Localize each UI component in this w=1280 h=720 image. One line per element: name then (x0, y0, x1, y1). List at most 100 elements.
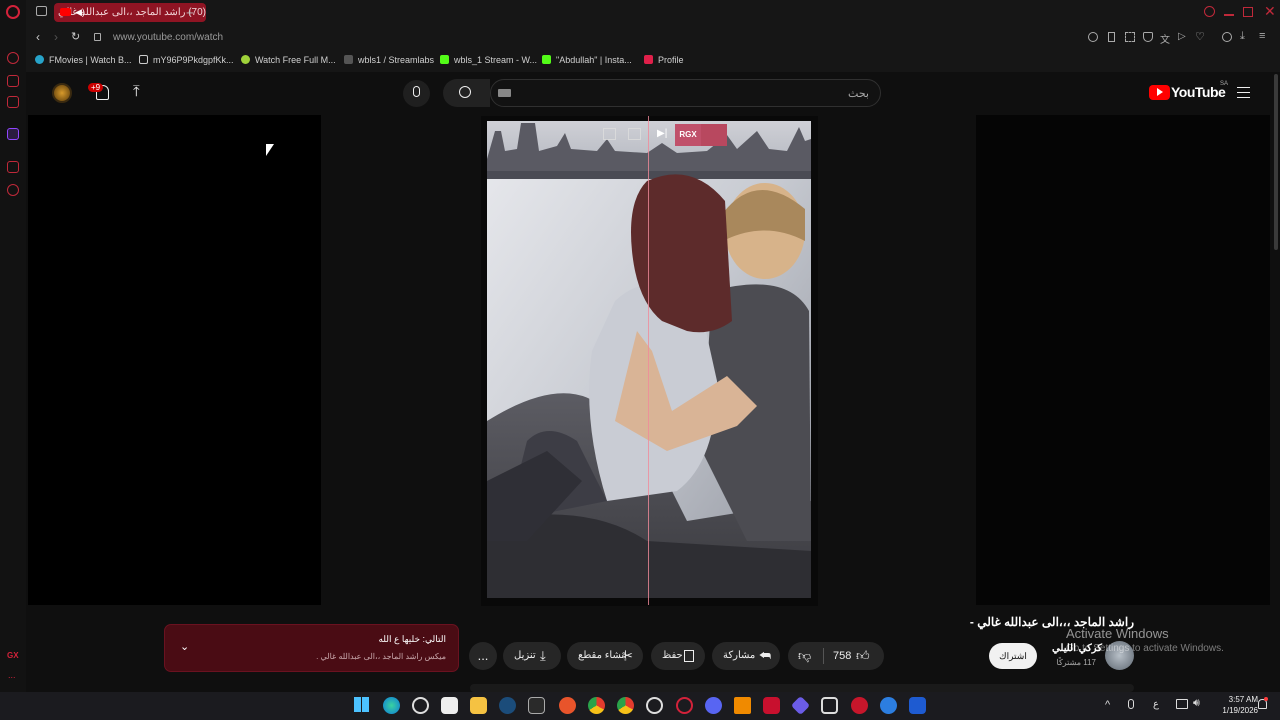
pinboard-icon[interactable] (7, 75, 19, 87)
like-dislike-group: 👎︎ 758 👍︎ (788, 642, 884, 670)
chevron-down-icon[interactable]: ⌄ (180, 640, 189, 653)
file-explorer-icon[interactable] (470, 697, 487, 714)
download-arrow-icon: ⤓ (540, 648, 546, 663)
minimize-icon[interactable] (1224, 14, 1234, 16)
menu-icon[interactable]: ≡ (1259, 30, 1265, 42)
vlc-icon[interactable] (734, 697, 751, 714)
close-icon[interactable]: ✕ (1264, 3, 1276, 20)
more-button[interactable]: ... (469, 642, 497, 670)
bookmark-item[interactable]: mY96P9PkdgpfKk... (139, 55, 234, 65)
discord-icon[interactable] (705, 697, 722, 714)
pin-icon[interactable] (1108, 32, 1115, 42)
like-count: 758 (833, 650, 852, 662)
page-scrollbar[interactable] (1274, 74, 1278, 250)
reload-icon[interactable]: ↻ (71, 30, 80, 43)
new-tab-button[interactable]: + (186, 5, 194, 20)
steam-icon[interactable] (499, 697, 516, 714)
obs-icon[interactable] (646, 697, 663, 714)
steam-settings-icon[interactable] (412, 697, 429, 714)
stream-deck-icon[interactable] (851, 697, 868, 714)
account-icon[interactable] (1222, 32, 1232, 42)
search-input[interactable]: بحث (490, 79, 881, 107)
extension-icon[interactable] (7, 161, 19, 173)
tab-strip: (70) راشد الماجد ،،الى عبدالله غالي ◀) +… (26, 0, 1280, 26)
restore-icon[interactable] (1243, 7, 1253, 17)
bookmark-item[interactable]: wbls1 / Streamlabs (344, 55, 434, 65)
youtube-logo-text: YouTube (1171, 84, 1226, 100)
bookmark-item[interactable]: FMovies | Watch B... (35, 55, 132, 65)
search-tabs-icon[interactable] (1204, 6, 1215, 17)
bookmark-item[interactable]: wbls_1 Stream - W... (440, 55, 537, 65)
search-button[interactable] (443, 79, 490, 107)
tray-overflow-icon[interactable]: ^ (1105, 699, 1110, 711)
enter-icon[interactable] (628, 128, 641, 140)
video-frame[interactable] (487, 121, 811, 598)
video-progress-line (648, 116, 649, 605)
bookmark-item[interactable]: Watch Free Full M... (241, 55, 336, 65)
cinema-icon[interactable] (701, 124, 727, 146)
language-indicator[interactable]: ع (1153, 699, 1159, 710)
url-text[interactable]: www.youtube.com/watch (113, 32, 223, 43)
like-divider (823, 648, 824, 664)
capcut-icon[interactable] (821, 697, 838, 714)
avatar[interactable] (52, 83, 72, 103)
adobe-icon[interactable] (763, 697, 780, 714)
zoom-icon[interactable] (1088, 32, 1098, 42)
edge-icon[interactable] (383, 697, 400, 714)
hamburger-icon[interactable] (1237, 87, 1250, 98)
back-icon[interactable]: ‹ (36, 30, 40, 44)
rgx-button[interactable]: RGX (675, 124, 701, 146)
youtube-play-triangle-icon (1157, 88, 1163, 96)
opera-gx-icon[interactable] (676, 697, 693, 714)
keyboard-icon[interactable] (498, 89, 511, 97)
network-icon[interactable] (1176, 699, 1188, 709)
speaker-icon[interactable]: ◀) (75, 7, 85, 18)
bookmark-favicon (35, 55, 44, 64)
network-app-icon[interactable] (909, 697, 926, 714)
bookmark-item[interactable]: "Abdullah" | Insta... (542, 55, 632, 65)
tray-mic-icon[interactable] (1128, 699, 1134, 709)
play-icon[interactable]: ▷ (1178, 31, 1186, 42)
shield-icon[interactable] (1143, 32, 1153, 42)
screenshot-icon[interactable] (1125, 32, 1135, 42)
volume-icon[interactable]: 🔊︎ (1193, 697, 1200, 710)
like-icon[interactable]: 👍︎ (856, 642, 870, 670)
gx-label[interactable]: GX (7, 651, 19, 660)
bookmark-item[interactable]: Profile (644, 55, 684, 65)
clock-time[interactable]: 3:57 AM (1218, 695, 1258, 704)
chrome-icon[interactable] (588, 697, 605, 714)
upload-icon[interactable]: ⤒ (133, 83, 140, 100)
share-button[interactable]: مشاركة ⮪ (712, 642, 780, 670)
subscriber-count: 117 مشتركًا (1056, 658, 1096, 667)
up-next-card[interactable]: ⌄ التالي: خليها ع الله ميكس راشد الماجد … (164, 624, 459, 672)
download-icon[interactable]: ⤓ (1240, 30, 1245, 43)
chrome-alt-icon[interactable] (617, 697, 634, 714)
remote-desktop-icon[interactable] (880, 697, 897, 714)
save-button[interactable]: حفظ (651, 642, 705, 670)
forward-icon[interactable]: › (54, 30, 58, 44)
translate-icon[interactable]: 文 (1160, 31, 1170, 46)
subscribe-button[interactable]: اشتراك (989, 643, 1037, 669)
windows-start-icon[interactable] (354, 697, 369, 712)
download-button[interactable]: تنزيل ⤓ (503, 642, 561, 670)
tab-menu-icon[interactable] (36, 6, 47, 16)
twitch-icon[interactable] (7, 128, 19, 140)
rail-more-icon[interactable]: ... (8, 670, 16, 680)
download-label: تنزيل (514, 650, 536, 661)
dislike-icon[interactable]: 👎︎ (798, 642, 811, 670)
gmail-icon[interactable] (7, 96, 19, 108)
pip-icon[interactable] (603, 128, 616, 140)
opera-logo-icon[interactable] (6, 5, 20, 19)
clock-date[interactable]: 1/19/2026 (1212, 706, 1258, 715)
hamburger-mid-line (1237, 91, 1250, 94)
heart-icon[interactable]: ♡ (1195, 30, 1205, 43)
epic-games-icon[interactable] (528, 697, 545, 714)
right-ambient-panel (976, 115, 1270, 605)
game-launcher-icon[interactable] (559, 697, 576, 714)
clip-button[interactable]: إنشاء مقطع ✂ (567, 642, 643, 670)
settings-icon[interactable] (7, 184, 19, 196)
mic-button[interactable] (403, 80, 430, 107)
skip-next-icon[interactable]: ▶| (657, 128, 667, 139)
history-icon[interactable] (7, 52, 19, 64)
microsoft-store-icon[interactable] (441, 697, 458, 714)
